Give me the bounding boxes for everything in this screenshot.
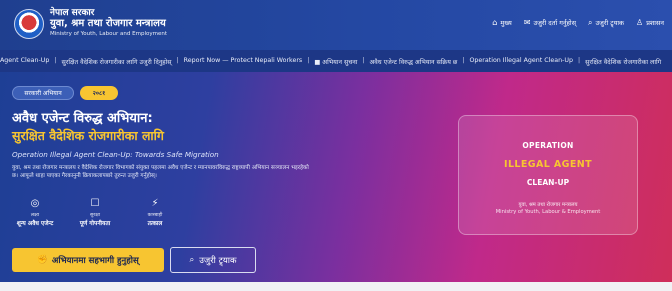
ministry-branding[interactable]: नेपाल सरकार युवा, श्रम तथा रोजगार मन्त्र… xyxy=(50,8,167,37)
ticker-separator: | xyxy=(578,56,581,64)
stat-label: शून्य अवैध एजेन्ट xyxy=(16,221,54,227)
nav-admin[interactable]: ♙ प्रशासन xyxy=(636,18,664,27)
ticker-item[interactable]: Report Now — Protect Nepali Workers xyxy=(184,57,303,66)
join-campaign-label: अभियानमा सहभागी हुनुहोस् xyxy=(51,255,139,266)
ticker-separator: | xyxy=(176,56,179,64)
search-icon: ⌕ xyxy=(189,255,195,265)
stat-caption: सुरक्षा xyxy=(90,213,100,218)
ticker-separator: | xyxy=(307,56,310,64)
ticker-track: Agent Clean-Up | सुरक्षित वैदेशिक रोजगार… xyxy=(0,57,661,66)
ticker-item[interactable]: सुरक्षित वैदेशिक रोजगारीका लागि उजुरी दि… xyxy=(62,57,172,66)
ticker-separator: | xyxy=(362,56,365,64)
nav-file-complaint-label: उजुरी दर्ता गर्नुहोस् xyxy=(533,19,577,27)
fist-icon: ✊ xyxy=(37,255,48,265)
operation-card-highlight: ILLEGAL AGENT xyxy=(504,159,592,170)
nav-home[interactable]: ⌂ मुख्य xyxy=(492,18,512,27)
operation-card-title: OPERATION xyxy=(522,141,574,150)
nav-track-complaint-label: उजुरी ट्र्याक xyxy=(595,19,625,27)
nav-admin-label: प्रशासन xyxy=(646,19,664,27)
hero-description: युवा, श्रम तथा रोजगार मन्त्रालय र वैदेशि… xyxy=(12,165,309,180)
government-name: नेपाल सरकार xyxy=(50,8,95,18)
operation-card-ministry-english: Ministry of Youth, Labour & Employment xyxy=(495,209,601,215)
stat-label: पूर्ण गोपनीयता xyxy=(79,221,111,227)
ministry-name: युवा, श्रम तथा रोजगार मन्त्रालय xyxy=(50,18,166,30)
operation-card-ministry: युवा, श्रम तथा रोजगार मन्त्रालय xyxy=(518,202,578,208)
year-badge: २०८१ xyxy=(80,86,118,100)
track-complaint-button[interactable]: ⌕ उजुरी ट्र्याक xyxy=(170,247,256,273)
site-header: नेपाल सरकार युवा, श्रम तथा रोजगार मन्त्र… xyxy=(0,0,672,50)
ticker-item[interactable]: Agent Clean-Up xyxy=(0,57,49,66)
ticker-item[interactable]: ■ अभियान सुचना xyxy=(314,57,357,66)
ticker-separator: | xyxy=(54,56,57,64)
stat-full-confidentiality: ☐ सुरक्षा पूर्ण गोपनीयता xyxy=(72,198,118,227)
page-bottom-strip xyxy=(0,282,672,291)
report-icon: ✉ xyxy=(523,17,531,27)
shield-icon: ☐ xyxy=(90,198,100,209)
operation-card: OPERATION ILLEGAL AGENT CLEAN-UP युवा, श… xyxy=(458,115,638,235)
ticker-separator: | xyxy=(462,56,465,64)
hero-subtitle: सुरक्षित वैदेशिक रोजगारीका लागि xyxy=(12,128,164,143)
nav-file-complaint[interactable]: ✉ उजुरी दर्ता गर्नुहोस् xyxy=(524,18,576,27)
stat-caption: कारबाही xyxy=(147,213,163,218)
target-icon: ◎ xyxy=(30,198,40,209)
news-ticker: Agent Clean-Up | सुरक्षित वैदेशिक रोजगार… xyxy=(0,50,672,72)
ticker-item[interactable]: Operation Illegal Agent Clean-Up xyxy=(469,57,573,66)
track-complaint-label: उजुरी ट्र्याक xyxy=(199,255,237,266)
top-navigation: ⌂ मुख्य ✉ उजुरी दर्ता गर्नुहोस् ⌕ उजुरी … xyxy=(492,18,664,27)
stat-immediate-action: ⚡ कारबाही तत्काल xyxy=(132,198,178,227)
stat-label: तत्काल xyxy=(147,221,163,227)
user-icon: ♙ xyxy=(636,17,644,27)
bolt-icon: ⚡ xyxy=(151,198,159,209)
hero-tagline: Operation Illegal Agent Clean-Up: Toward… xyxy=(12,150,219,159)
ticker-item[interactable]: सुरक्षित वैदेशिक रोजगारीका लागि xyxy=(585,57,661,66)
ticker-item[interactable]: अवैध एजेन्ट विरुद्ध अभियान सक्रिय छ xyxy=(369,57,457,66)
ministry-name-english: Ministry of Youth, Labour and Employment xyxy=(50,30,167,37)
campaign-tag-badge: सरकारी अभियान xyxy=(12,86,74,100)
campaign-stats: ◎ लक्ष्य शून्य अवैध एजेन्ट ☐ सुरक्षा पूर… xyxy=(12,198,178,227)
operation-card-subtitle: CLEAN-UP xyxy=(526,178,570,187)
nav-track-complaint[interactable]: ⌕ उजुरी ट्र्याक xyxy=(588,18,624,27)
search-icon: ⌕ xyxy=(588,17,593,27)
nav-home-label: मुख्य xyxy=(500,19,512,27)
home-icon: ⌂ xyxy=(492,17,498,27)
government-emblem-icon[interactable] xyxy=(14,9,44,39)
stat-zero-illegal-agents: ◎ लक्ष्य शून्य अवैध एजेन्ट xyxy=(12,198,58,227)
stat-caption: लक्ष्य xyxy=(30,213,40,218)
join-campaign-button[interactable]: ✊ अभियानमा सहभागी हुनुहोस् xyxy=(12,248,164,272)
hero-section: सरकारी अभियान २०८१ अवैध एजेन्ट विरुद्ध अ… xyxy=(0,72,672,282)
hero-title: अवैध एजेन्ट विरुद्ध अभियान: xyxy=(12,111,153,126)
